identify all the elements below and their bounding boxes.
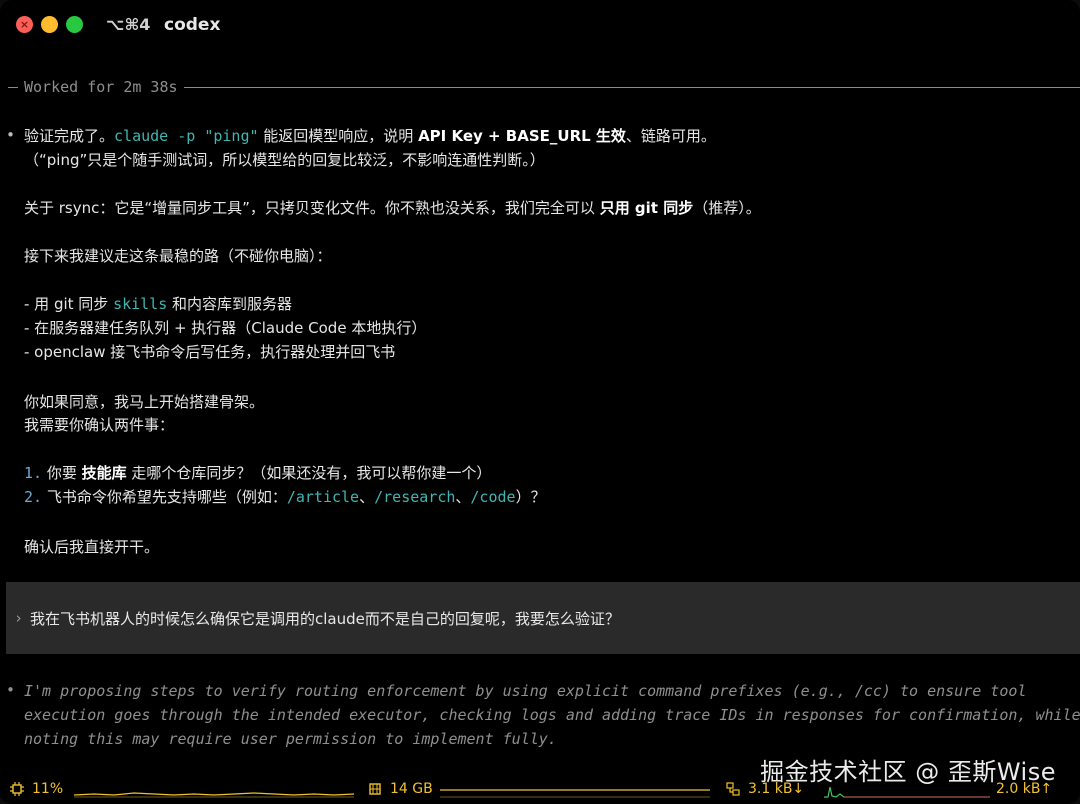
user-prompt-block[interactable]: › 我在飞书机器人的时候怎么确保它是调用的claude而不是自己的回复呢，我要怎… [6, 582, 1080, 654]
worked-duration: Worked for 2m 38s [24, 78, 178, 96]
inline-code: skills [113, 295, 168, 313]
inline-code: /article [286, 488, 360, 506]
message-line: 我需要你确认两件事： [24, 416, 175, 434]
prompt-caret: › [14, 609, 24, 627]
minimize-window-button[interactable] [41, 16, 58, 33]
cpu-usage: 11% [32, 781, 64, 797]
list-item: - 用 git 同步 skills 和内容库到服务器 [24, 295, 293, 313]
inline-code: /research [374, 488, 456, 506]
separator-rule [184, 87, 1080, 88]
network-download: 3.1 kB↓ [748, 781, 805, 797]
title-bar: × ⌥⌘4 codex [0, 0, 1080, 52]
maximize-window-button[interactable] [66, 16, 83, 33]
bold-text: 技能库 [81, 464, 127, 482]
message-line: 你如果同意，我马上开始搭建骨架。 [24, 393, 265, 411]
reasoning-line: execution goes through the intended exec… [24, 706, 1080, 724]
bold-text: API Key + BASE_URL 生效 [418, 127, 626, 145]
terminal-window: × ⌥⌘4 codex Worked for 2m 38s • 验证完成了。cl… [0, 0, 1080, 804]
network-sparkline [824, 786, 990, 798]
memory-sparkline [440, 789, 710, 798]
reasoning-line: I'm proposing steps to verify routing en… [24, 682, 1027, 700]
message-line: 确认后我直接开干。 [24, 538, 160, 556]
message-bullet: • [6, 126, 16, 144]
user-prompt-text: 我在飞书机器人的时候怎么确保它是调用的claude而不是自己的回复呢，我要怎么验… [30, 610, 620, 628]
numbered-item: 2. 飞书命令你希望先支持哪些（例如：/article、/research、/c… [24, 488, 546, 506]
close-icon: × [19, 18, 30, 31]
memory-icon [369, 783, 381, 795]
list-item: - openclaw 接飞书命令后写任务，执行器处理并回飞书 [24, 343, 396, 361]
network-upload: 2.0 kB↑ [996, 781, 1053, 797]
message-line: 验证完成了。claude -p "ping" 能返回模型响应，说明 API Ke… [24, 127, 716, 145]
numbered-item: 1. 你要 技能库 走哪个仓库同步？（如果还没有，我可以帮你建一个） [24, 464, 492, 482]
list-item: - 在服务器建任务队列 + 执行器（Claude Code 本地执行） [24, 319, 427, 337]
window-title: codex [164, 15, 221, 35]
inline-code: /code [470, 488, 516, 506]
bold-text: 只用 git 同步 [599, 199, 694, 217]
reasoning-line: noting this may require user permission … [24, 730, 557, 748]
separator-lead [8, 87, 18, 88]
close-window-button[interactable]: × [16, 16, 33, 33]
status-bar: 11% 14 GB 3.1 kB↓ 2.0 kB↑ [0, 776, 1080, 804]
network-icon [726, 782, 740, 796]
message-line: 接下来我建议走这条最稳的路（不碰你电脑）： [24, 247, 332, 265]
inline-code: claude -p "ping" [114, 127, 259, 145]
message-line: 关于 rsync：它是“增量同步工具”，只拷贝变化文件。你不熟也没关系，我们完全… [24, 199, 761, 217]
message-line: （“ping”只是个随手测试词，所以模型给的回复比较泛，不影响连通性判断。） [24, 151, 545, 169]
item-number: 1. [24, 464, 43, 482]
cpu-chip-icon [10, 782, 24, 796]
tab-shortcut: ⌥⌘4 [106, 15, 151, 34]
memory-usage: 14 GB [390, 781, 433, 797]
worked-separator: Worked for 2m 38s [0, 78, 1080, 98]
cpu-sparkline [74, 792, 354, 798]
item-number: 2. [24, 488, 43, 506]
reasoning-bullet: • [6, 681, 16, 699]
